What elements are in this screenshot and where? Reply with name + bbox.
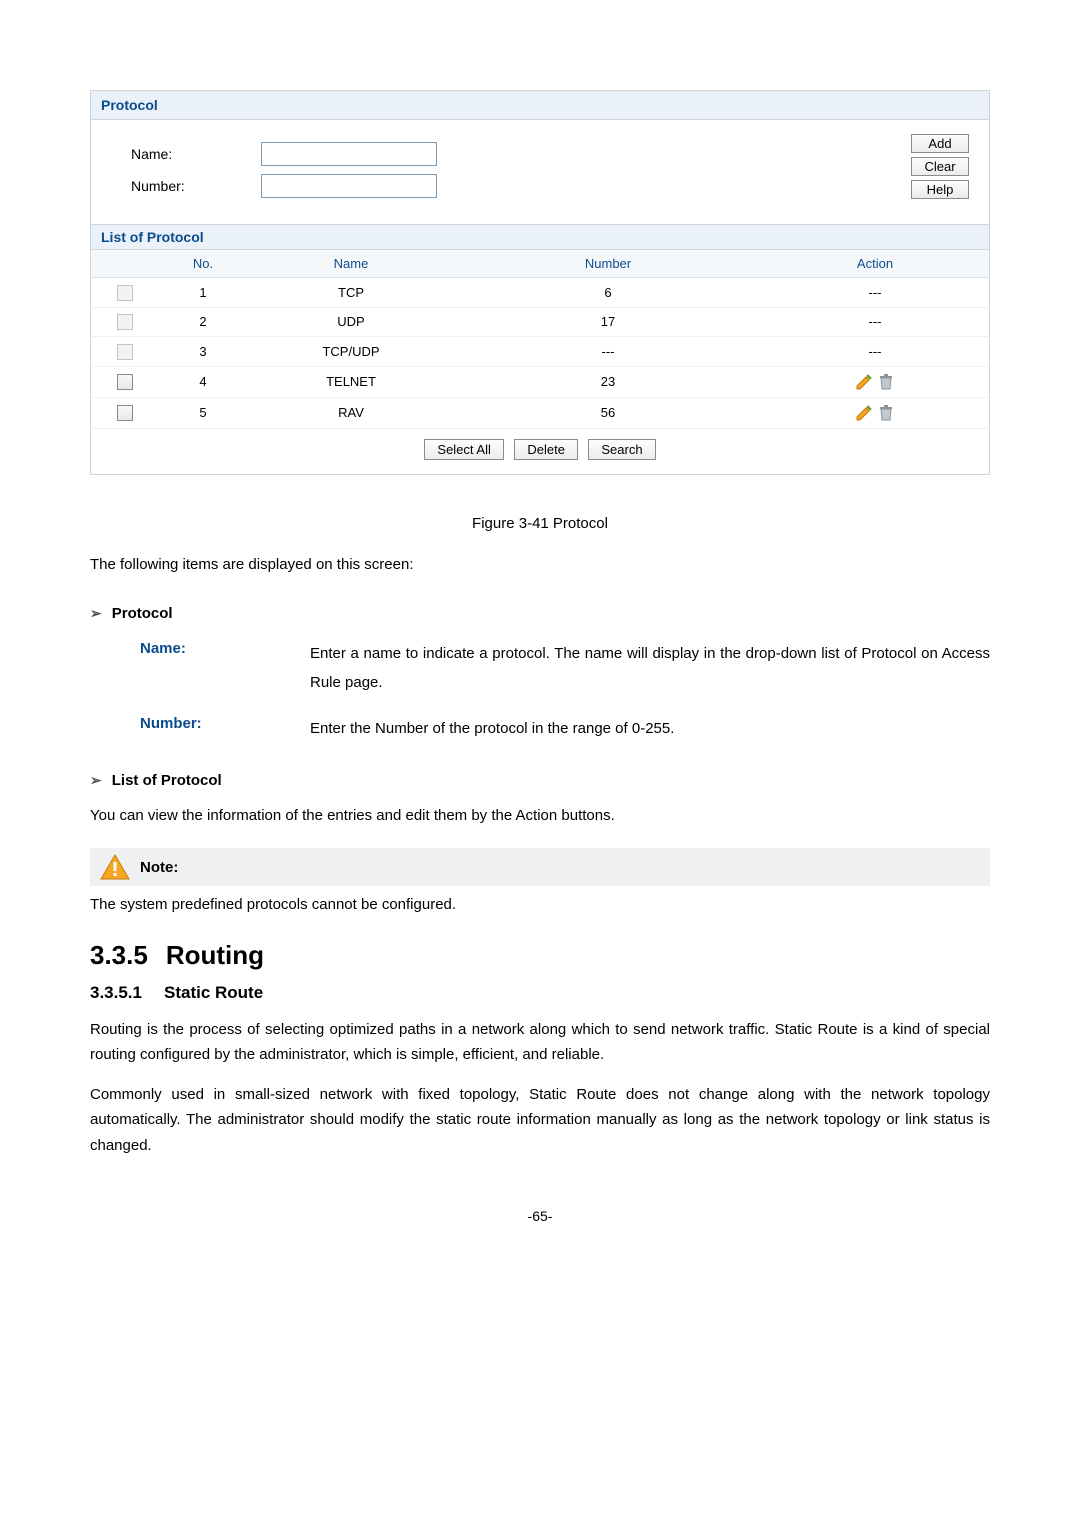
list-title: List of Protocol <box>91 225 989 250</box>
cell-action: --- <box>761 278 989 308</box>
note-label: Note: <box>140 859 178 876</box>
cell-name: TCP/UDP <box>247 337 455 367</box>
def-name-desc: Enter a name to indicate a protocol. The… <box>310 640 990 697</box>
table-row: 2UDP17 --- <box>91 307 989 337</box>
heading-static-route: 3.3.5.1Static Route <box>90 983 990 1003</box>
name-input[interactable] <box>261 142 437 166</box>
name-label: Name: <box>131 146 261 162</box>
protocol-table: No. Name Number Action 1TCP6---2UDP17---… <box>91 250 989 429</box>
heading-routing: 3.3.5Routing <box>90 940 990 971</box>
protocol-form: Name: Number: Add Clear Help <box>91 120 989 225</box>
help-button[interactable]: Help <box>911 180 969 199</box>
delete-button[interactable]: Delete <box>514 439 578 460</box>
cell-action <box>761 366 989 397</box>
para1: Routing is the process of selecting opti… <box>90 1017 990 1068</box>
cell-no: 1 <box>159 278 247 308</box>
row-checkbox <box>117 344 133 360</box>
table-row: 1TCP6 --- <box>91 278 989 308</box>
action-none: --- <box>869 314 882 329</box>
trash-icon[interactable] <box>877 404 895 422</box>
cell-action: --- <box>761 337 989 367</box>
cell-no: 5 <box>159 397 247 428</box>
table-row: 3TCP/UDP------ <box>91 337 989 367</box>
figure-caption: Figure 3-41 Protocol <box>90 515 990 532</box>
chevron-right-icon: ➢ <box>90 605 102 622</box>
number-label: Number: <box>131 178 261 194</box>
add-button[interactable]: Add <box>911 134 969 153</box>
row-checkbox[interactable] <box>117 374 133 390</box>
page-number: -65- <box>90 1208 990 1224</box>
section-list: ➢List of Protocol <box>90 772 990 789</box>
def-number-desc: Enter the Number of the protocol in the … <box>310 715 990 744</box>
cell-no: 3 <box>159 337 247 367</box>
cell-number: 17 <box>455 307 761 337</box>
edit-icon[interactable] <box>855 404 873 422</box>
select-all-button[interactable]: Select All <box>424 439 503 460</box>
number-input[interactable] <box>261 174 437 198</box>
col-name: Name <box>247 250 455 278</box>
panel-title: Protocol <box>91 91 989 120</box>
cell-name: TCP <box>247 278 455 308</box>
cell-no: 4 <box>159 366 247 397</box>
note-block: Note: <box>90 848 990 886</box>
row-checkbox[interactable] <box>117 405 133 421</box>
edit-icon[interactable] <box>855 373 873 391</box>
table-row: 4TELNET23 <box>91 366 989 397</box>
list-desc: You can view the information of the entr… <box>90 803 990 829</box>
def-number-term: Number: <box>140 715 310 744</box>
row-checkbox <box>117 285 133 301</box>
cell-name: RAV <box>247 397 455 428</box>
intro-text: The following items are displayed on thi… <box>90 552 990 578</box>
table-buttons: Select All Delete Search <box>91 429 989 474</box>
row-checkbox <box>117 314 133 330</box>
cell-action: --- <box>761 307 989 337</box>
cell-no: 2 <box>159 307 247 337</box>
cell-action <box>761 397 989 428</box>
col-no: No. <box>159 250 247 278</box>
trash-icon[interactable] <box>877 373 895 391</box>
cell-number: 23 <box>455 366 761 397</box>
protocol-panel: Protocol Name: Number: Add Clear Help Li… <box>90 90 990 475</box>
cell-number: 56 <box>455 397 761 428</box>
cell-number: 6 <box>455 278 761 308</box>
search-button[interactable]: Search <box>588 439 655 460</box>
cell-name: TELNET <box>247 366 455 397</box>
col-action: Action <box>761 250 989 278</box>
para2: Commonly used in small-sized network wit… <box>90 1082 990 1159</box>
note-text: The system predefined protocols cannot b… <box>90 892 990 918</box>
col-number: Number <box>455 250 761 278</box>
chevron-right-icon: ➢ <box>90 772 102 789</box>
cell-name: UDP <box>247 307 455 337</box>
def-name-term: Name: <box>140 640 310 697</box>
action-none: --- <box>869 285 882 300</box>
clear-button[interactable]: Clear <box>911 157 969 176</box>
table-row: 5RAV56 <box>91 397 989 428</box>
action-none: --- <box>869 344 882 359</box>
warning-icon <box>100 854 130 880</box>
cell-number: --- <box>455 337 761 367</box>
section-protocol: ➢Protocol <box>90 605 990 622</box>
